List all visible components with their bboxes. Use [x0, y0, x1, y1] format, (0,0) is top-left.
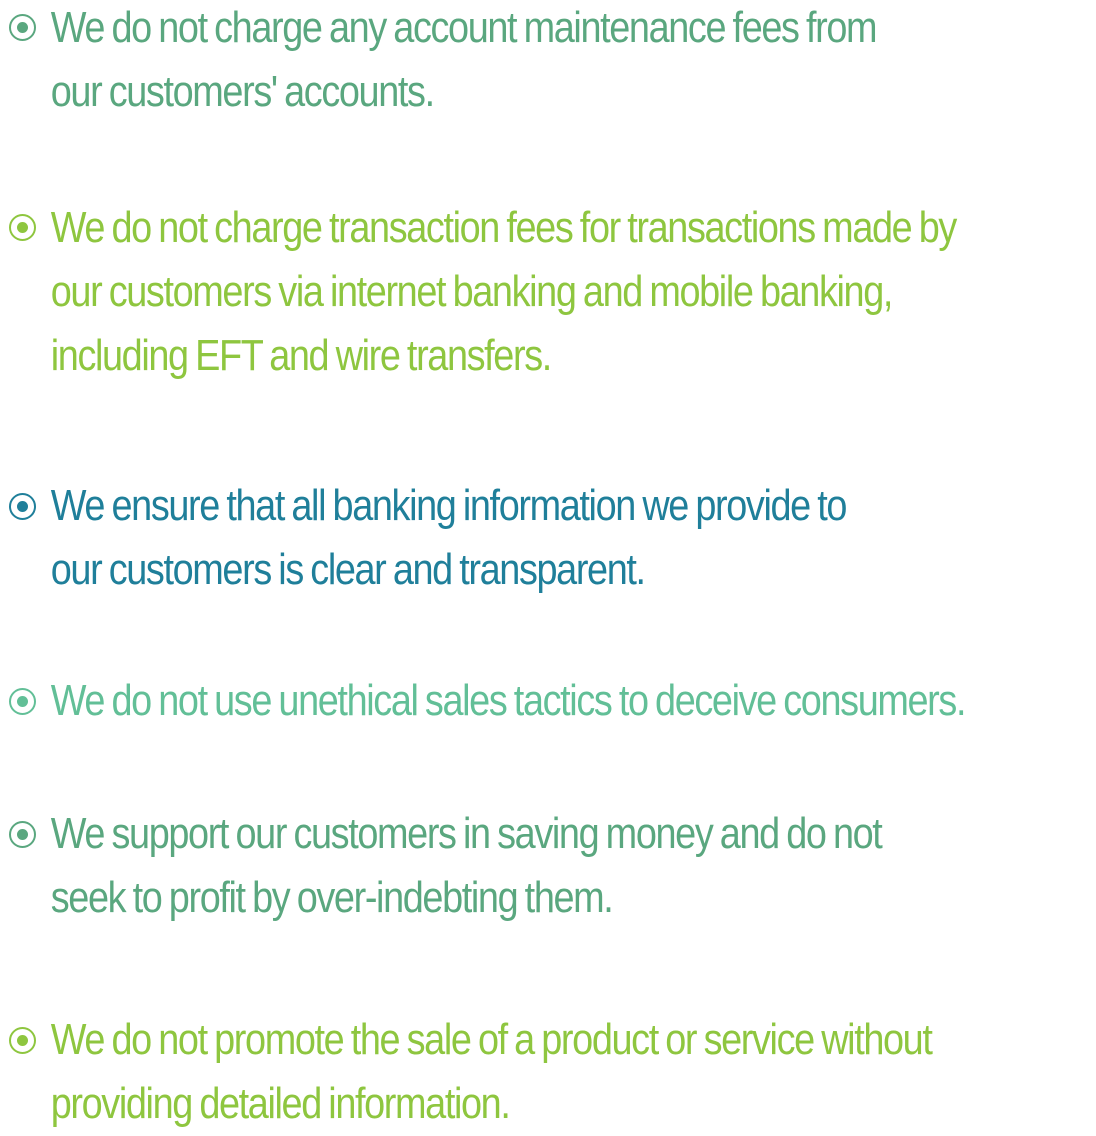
list-item-text: We support our customers in saving money… — [50, 809, 883, 922]
list-item-text: We ensure that all banking information w… — [50, 481, 848, 594]
list-item-text: We do not charge transaction fees for tr… — [50, 203, 958, 380]
commitments-list: We do not charge any account maintenance… — [0, 0, 1096, 1130]
list-item-text: We do not use unethical sales tactics to… — [50, 676, 967, 725]
list-item-text: We do not promote the sale of a product … — [50, 1015, 933, 1128]
list-item: We do not use unethical sales tactics to… — [0, 669, 1090, 733]
list-item: We do not charge transaction fees for tr… — [0, 196, 1090, 388]
list-item: We ensure that all banking information w… — [0, 474, 1090, 602]
list-item: We do not charge any account maintenance… — [0, 0, 1090, 124]
list-item-text: We do not charge any account maintenance… — [50, 3, 878, 116]
list-item: We do not promote the sale of a product … — [0, 1008, 1090, 1136]
list-item: We support our customers in saving money… — [0, 802, 1090, 930]
